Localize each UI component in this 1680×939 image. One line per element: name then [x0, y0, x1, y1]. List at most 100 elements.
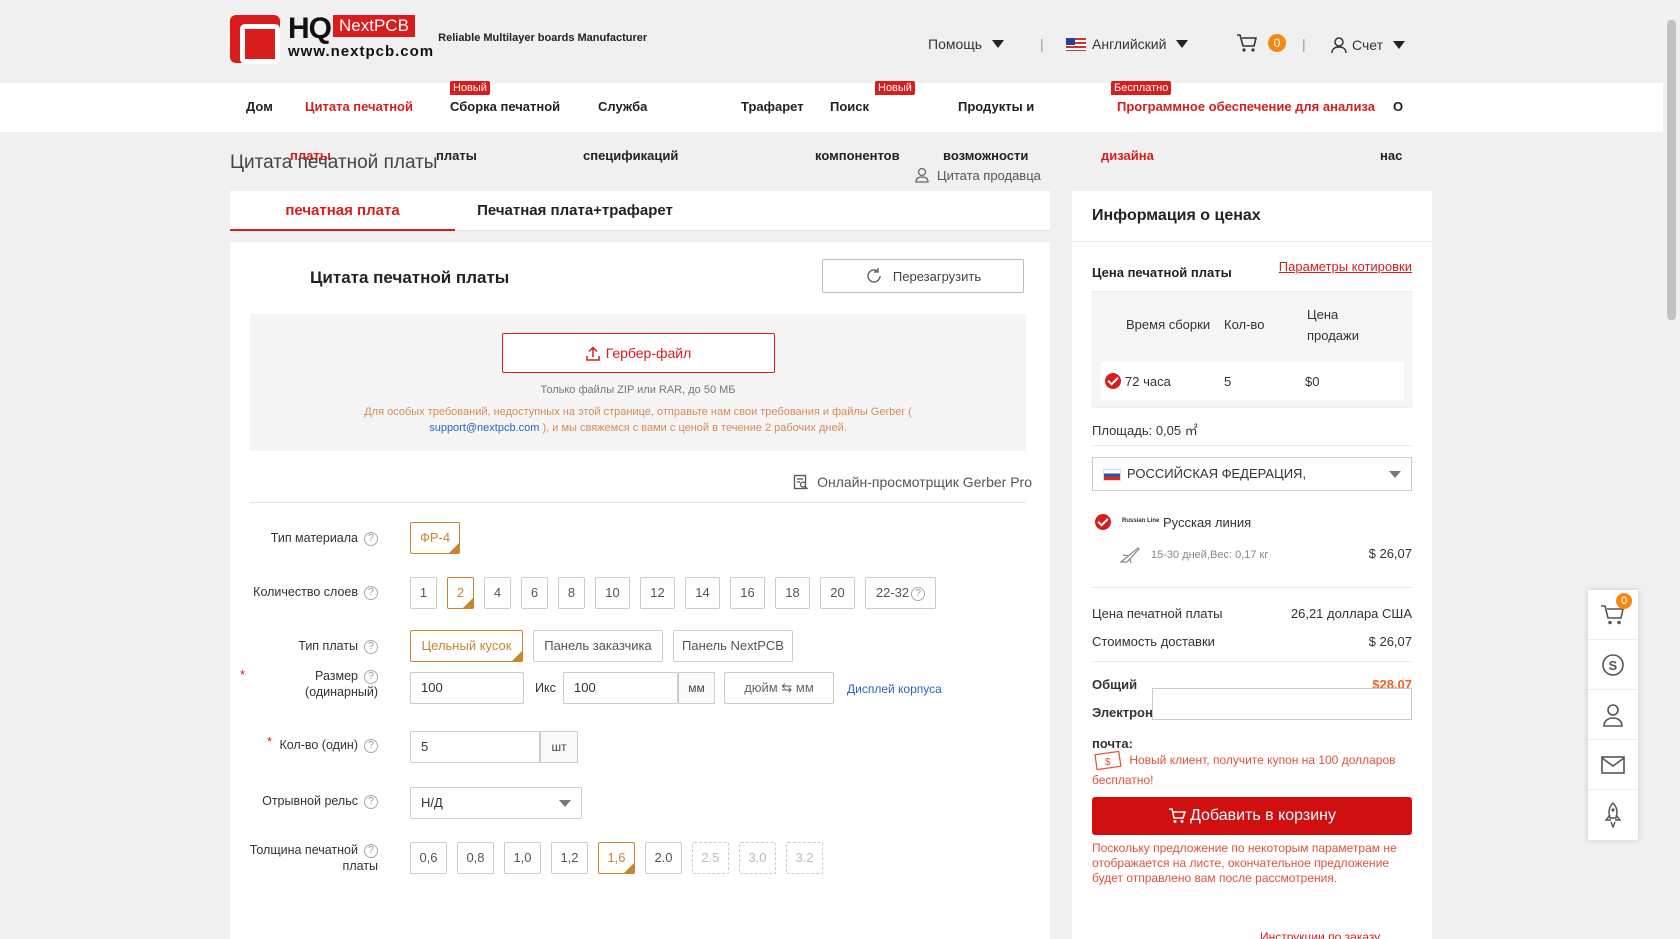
skype-icon: S [1602, 653, 1624, 676]
scrollbar-thumb[interactable] [1667, 20, 1676, 320]
thickness-option[interactable]: 2.0 [645, 842, 682, 874]
nav-stencil[interactable]: Трафарет [741, 83, 804, 131]
layer-option[interactable]: 8 [558, 577, 585, 609]
size-y-input[interactable]: 100 [563, 672, 678, 704]
help-icon[interactable]: ? [364, 843, 378, 858]
nav-pcb-assembly-line2[interactable]: платы [436, 148, 477, 163]
area-text: Площадь: 0,05 ㎡ [1092, 423, 1198, 438]
nav-products-line2[interactable]: возможности [943, 148, 1028, 163]
swap-arrows-icon: ⇆ [781, 680, 793, 695]
rail-select[interactable]: Н/Д [410, 787, 582, 819]
chevron-down-icon [1176, 40, 1189, 48]
upload-area: Гербер-файл Только файлы ZIP или RAR, до… [250, 314, 1026, 451]
order-instructions-link[interactable]: Инструкции по заказу [1260, 930, 1380, 939]
tab-pcb[interactable]: печатная плата [230, 191, 455, 231]
gerber-upload-button[interactable]: Гербер-файл [502, 333, 775, 373]
back-to-top-button[interactable] [1588, 790, 1638, 840]
nav-products[interactable]: Продукты и [958, 83, 1034, 131]
layer-option[interactable]: 6 [521, 577, 548, 609]
row-price: $0 [1305, 374, 1320, 389]
row-qty: 5 [1224, 374, 1232, 389]
logo-tagline: Reliable Multilayer boards Manufacturer [438, 32, 648, 44]
float-cart-button[interactable]: 0 [1588, 590, 1638, 640]
nav-design-software[interactable]: Бесплатно Программное обеспечение для ан… [1111, 81, 1375, 131]
gerber-viewer-label: Онлайн-просмотрщик Gerber Pro [817, 474, 1032, 490]
price-info-panel: Информация о ценах Цена печатной платы П… [1072, 191, 1432, 939]
gerber-viewer-link[interactable]: Онлайн-просмотрщик Gerber Pro [793, 474, 1032, 490]
help-icon[interactable]: ? [364, 639, 378, 654]
thickness-option[interactable]: 1,2 [551, 842, 588, 874]
size-x-input[interactable]: 100 [410, 672, 524, 704]
board-type-option-customer-panel[interactable]: Панель заказчика [533, 630, 663, 662]
layer-option[interactable]: 10 [595, 577, 630, 609]
layer-option-selected[interactable]: 2 [447, 577, 474, 609]
layer-option-22-32[interactable]: 22-32? [865, 577, 936, 609]
case-display-link[interactable]: Дисплей корпуса [847, 682, 942, 696]
help-icon[interactable]: ? [364, 585, 378, 600]
price-table-row[interactable]: 72 часа 5 $0 [1101, 362, 1404, 400]
nav-component-search-label: Поиск [830, 99, 870, 114]
divider [1092, 661, 1412, 662]
nav-about-line2[interactable]: нас [1380, 148, 1402, 163]
layer-option[interactable]: 4 [484, 577, 511, 609]
nav-pcb-assembly[interactable]: Новый Сборка печатной [450, 81, 560, 131]
help-menu[interactable]: Помощь [928, 36, 1005, 52]
nav-component-search-line2[interactable]: компонентов [815, 148, 900, 163]
nav-home[interactable]: Дом [246, 83, 273, 131]
layer-option[interactable]: 18 [775, 577, 810, 609]
divider [1092, 445, 1412, 446]
thickness-option[interactable]: 0,6 [410, 842, 447, 874]
board-type-option-single[interactable]: Цельный кусок [410, 630, 523, 662]
support-email-link[interactable]: support@nextpcb.com [429, 422, 539, 434]
layer-option[interactable]: 14 [685, 577, 720, 609]
seller-quote-link[interactable]: Цитата продавца [915, 167, 1041, 183]
quote-params-link[interactable]: Параметры котировки [1279, 259, 1412, 274]
nav-pcb-quote[interactable]: Цитата печатной [305, 83, 413, 131]
help-icon[interactable]: ? [364, 794, 378, 809]
header-cart[interactable]: 0 [1236, 33, 1286, 53]
col-qty: Кол-во [1224, 317, 1265, 332]
nav-design-software-line2[interactable]: дизайна [1101, 148, 1154, 163]
russia-flag-icon [1103, 469, 1121, 481]
material-option-fr4[interactable]: ФР-4 [410, 522, 460, 554]
quote-panel: Цитата печатной платы Перезагрузить Герб… [230, 242, 1050, 939]
skype-button[interactable]: S [1588, 640, 1638, 690]
nav-bom-service[interactable]: Служба [598, 83, 647, 131]
thickness-option-selected[interactable]: 1,6 [598, 842, 635, 874]
new-badge: Новый [450, 81, 490, 95]
help-icon[interactable]: ? [364, 531, 378, 546]
nav-about[interactable]: О [1393, 83, 1403, 131]
board-type-option-nextpcb-panel[interactable]: Панель NextPCB [673, 630, 793, 662]
layer-option[interactable]: 12 [640, 577, 675, 609]
quantity-input[interactable]: 5 [410, 731, 540, 763]
language-menu[interactable]: Английский [1066, 36, 1189, 52]
account-menu[interactable]: Счет [1330, 36, 1405, 54]
help-icon[interactable]: ? [911, 586, 926, 601]
help-icon[interactable]: ? [364, 669, 378, 684]
account-float-button[interactable] [1588, 690, 1638, 740]
price-table: Время сборки Кол-во Цена продажи 72 часа … [1092, 291, 1412, 408]
email-float-button[interactable] [1588, 740, 1638, 790]
new-badge: Новый [875, 81, 915, 95]
layer-option[interactable]: 16 [730, 577, 765, 609]
layer-option[interactable]: 20 [820, 577, 855, 609]
cart-icon [1168, 808, 1186, 823]
layer-option[interactable]: 1 [410, 577, 437, 609]
thickness-option[interactable]: 0,8 [457, 842, 494, 874]
check-icon[interactable] [1095, 514, 1111, 530]
country-select[interactable]: РОССИЙСКАЯ ФЕДЕРАЦИЯ, [1092, 457, 1412, 491]
product-tabs: печатная плата Печатная плата+трафарет [230, 191, 1050, 231]
thickness-option-disabled: 3.2 [786, 842, 823, 874]
nav-component-search[interactable]: Новый Поиск [830, 81, 915, 131]
thickness-option[interactable]: 1,0 [504, 842, 541, 874]
chevron-down-icon [992, 40, 1005, 48]
reload-button[interactable]: Перезагрузить [822, 259, 1024, 293]
nextpcb-logo[interactable]: HQ NextPCB www.nextpcb.com Reliable Multi… [230, 14, 648, 64]
help-icon[interactable]: ? [364, 738, 378, 753]
page-scrollbar[interactable] [1663, 0, 1680, 939]
nav-bom-service-line2[interactable]: спецификаций [583, 148, 678, 163]
unit-toggle[interactable]: дюйм ⇆ мм [724, 672, 834, 704]
email-field[interactable] [1152, 688, 1412, 720]
add-to-cart-button[interactable]: Добавить в корзину [1092, 797, 1412, 835]
tab-pcb-stencil[interactable]: Печатная плата+трафарет [455, 191, 695, 231]
